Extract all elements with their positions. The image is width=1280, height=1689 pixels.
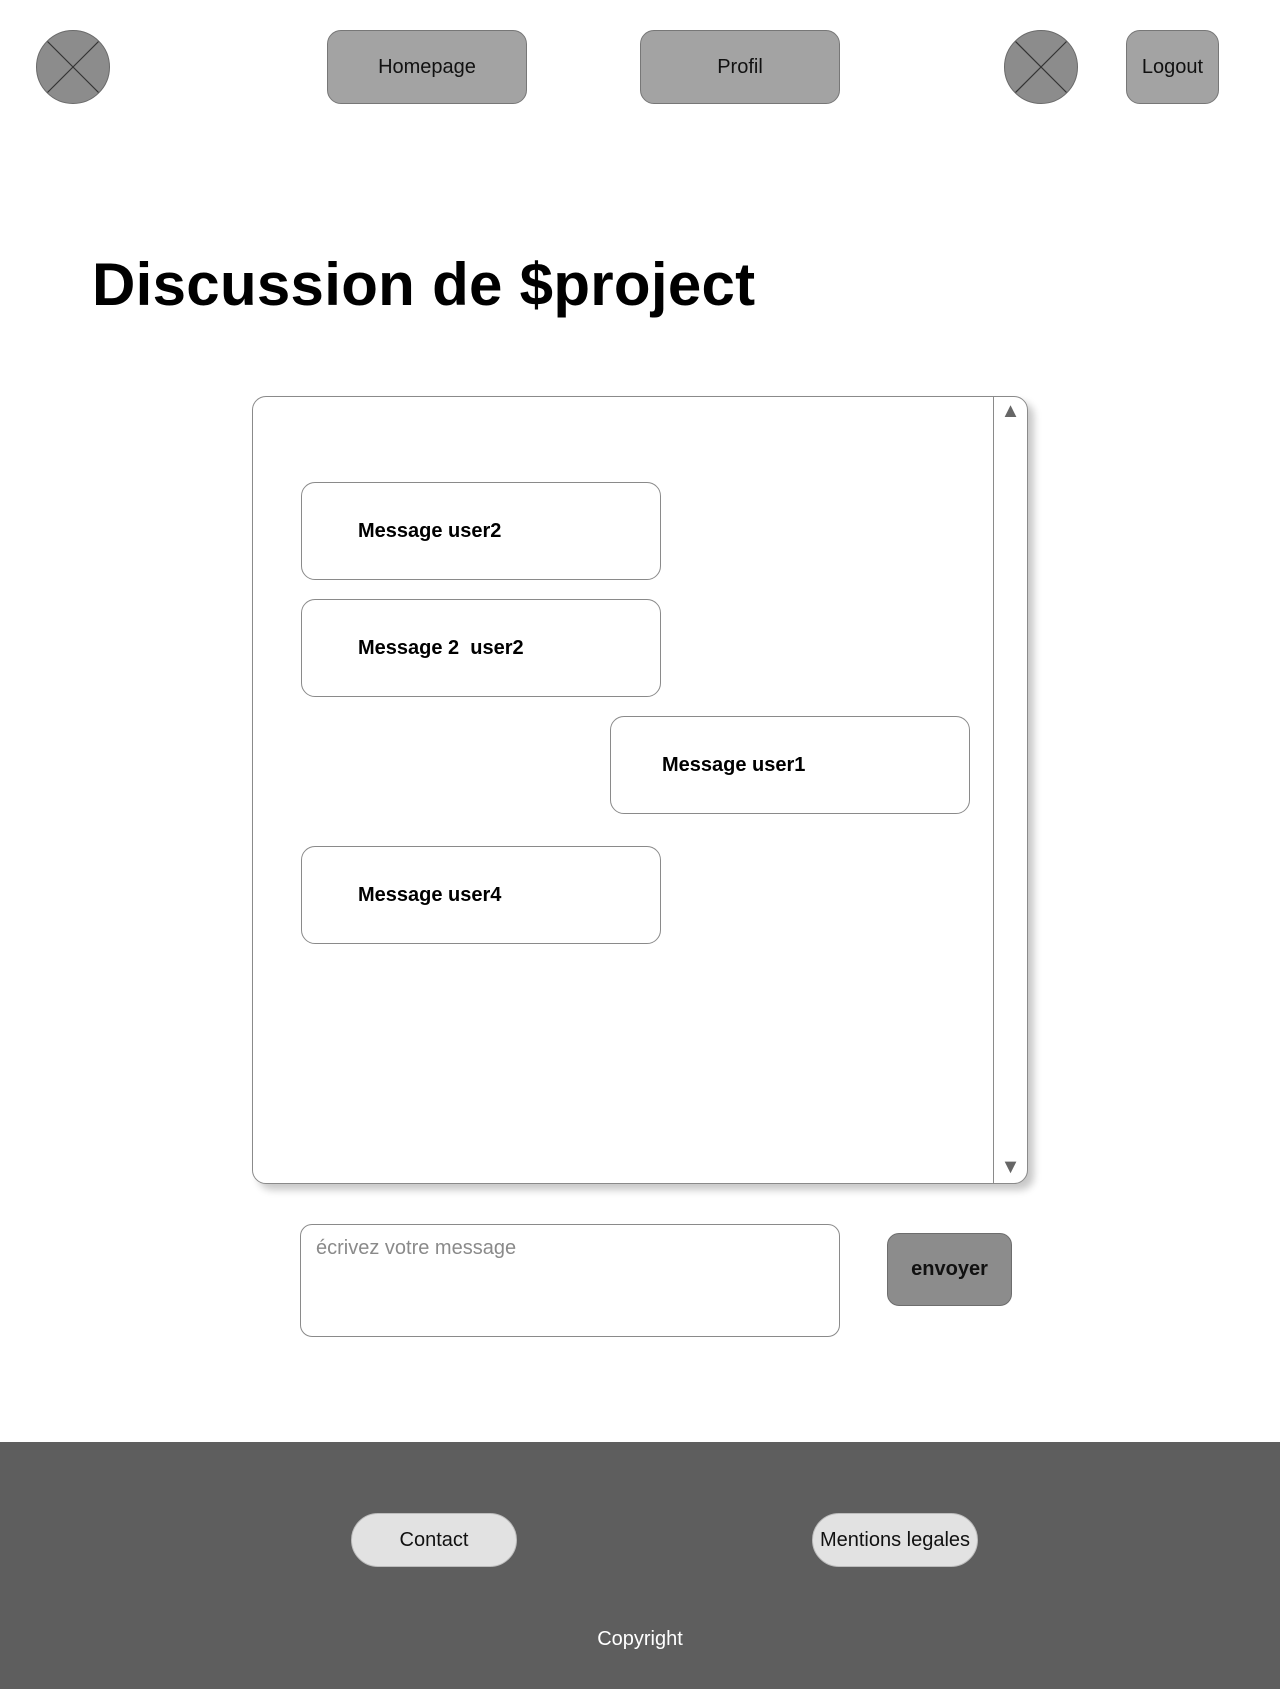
scroll-down-icon[interactable]: ▼ (1001, 1157, 1021, 1177)
chat-scrollbar[interactable]: ▲ ▼ (993, 397, 1027, 1183)
message-bubble: Message user2 (301, 482, 661, 580)
profil-button[interactable]: Profil (640, 30, 840, 104)
logo-image-placeholder-icon[interactable] (36, 30, 110, 104)
chat-panel: Message user2 Message 2 user2 Message us… (252, 396, 1028, 1184)
homepage-button[interactable]: Homepage (327, 30, 527, 104)
page-title: Discussion de $project (92, 251, 756, 318)
message-bubble: Message 2 user2 (301, 599, 661, 697)
message-bubble: Message user1 (610, 716, 970, 814)
contact-button[interactable]: Contact (351, 1513, 517, 1567)
message-bubble: Message user4 (301, 846, 661, 944)
image-placeholder-icon (1014, 40, 1068, 94)
scroll-up-icon[interactable]: ▲ (1001, 401, 1021, 421)
message-input[interactable] (300, 1224, 840, 1337)
copyright-text: Copyright (597, 1628, 683, 1650)
avatar-image-placeholder-icon[interactable] (1004, 30, 1078, 104)
legal-notice-button[interactable]: Mentions legales (812, 1513, 978, 1567)
image-placeholder-icon (46, 40, 100, 94)
send-button[interactable]: envoyer (887, 1233, 1012, 1306)
logout-button[interactable]: Logout (1126, 30, 1219, 104)
footer: Contact Mentions legales Copyright (0, 1442, 1280, 1689)
page: Homepage Profil Logout Discussion de $pr… (0, 0, 1280, 1689)
